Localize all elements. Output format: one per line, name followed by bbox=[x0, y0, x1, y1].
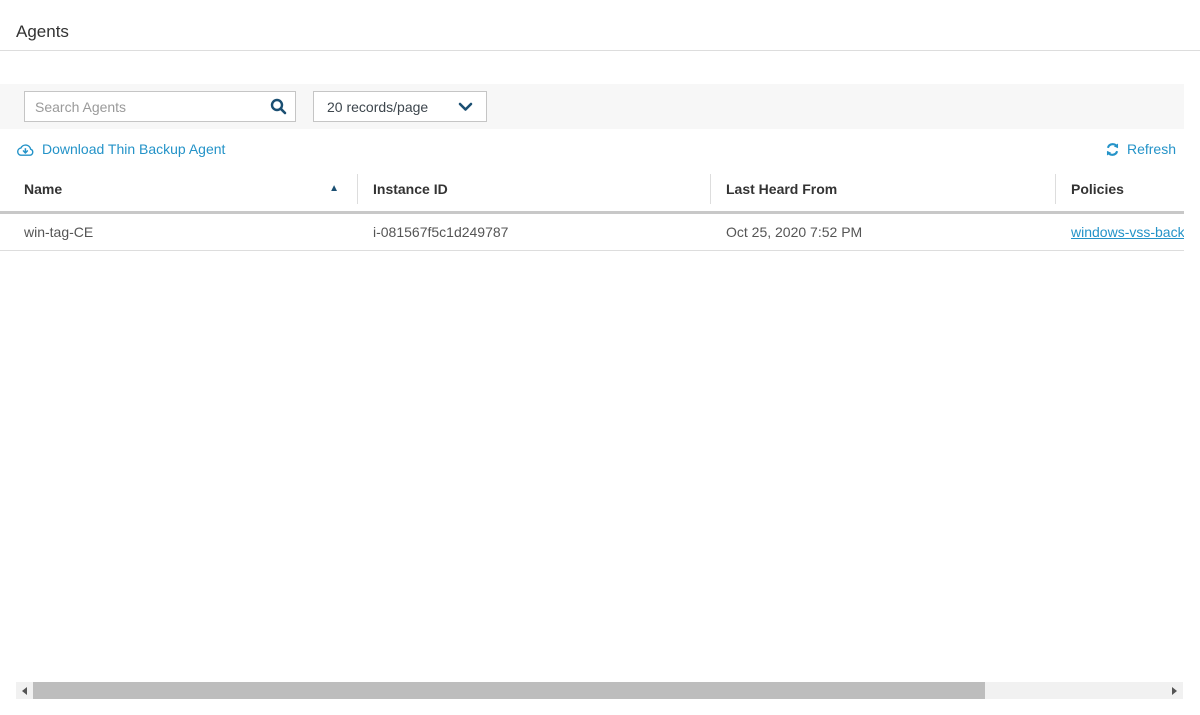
policies-cell: windows-vss-backu bbox=[1055, 213, 1184, 251]
column-header-instance-id[interactable]: Instance ID bbox=[357, 167, 710, 213]
search-icon bbox=[270, 98, 287, 115]
column-header-last-heard-from[interactable]: Last Heard From bbox=[710, 167, 1055, 213]
download-thin-backup-agent-link[interactable]: Download Thin Backup Agent bbox=[16, 141, 225, 157]
search-box bbox=[24, 91, 296, 122]
scroll-left-arrow-icon bbox=[22, 687, 27, 695]
scroll-right-button[interactable] bbox=[1166, 682, 1183, 699]
table-row[interactable]: win-tag-CE i-081567f5c1d249787 Oct 25, 2… bbox=[0, 213, 1184, 251]
actions-row: Download Thin Backup Agent Refresh bbox=[0, 129, 1184, 167]
refresh-icon bbox=[1105, 142, 1120, 157]
page-title: Agents bbox=[0, 0, 1200, 50]
agents-table-container: Name ▲ Instance ID Last Heard From Polic… bbox=[0, 167, 1184, 251]
refresh-link[interactable]: Refresh bbox=[1105, 141, 1176, 157]
agent-name-cell: win-tag-CE bbox=[0, 213, 357, 251]
title-divider bbox=[0, 50, 1200, 51]
instance-id-cell: i-081567f5c1d249787 bbox=[357, 213, 710, 251]
search-input[interactable] bbox=[25, 99, 261, 115]
scrollbar-thumb[interactable] bbox=[33, 682, 985, 699]
sort-asc-icon: ▲ bbox=[329, 181, 339, 196]
agents-table: Name ▲ Instance ID Last Heard From Polic… bbox=[0, 167, 1184, 251]
horizontal-scrollbar[interactable] bbox=[16, 682, 1183, 699]
last-heard-from-cell: Oct 25, 2020 7:52 PM bbox=[710, 213, 1055, 251]
records-per-page-select[interactable]: 20 records/page bbox=[313, 91, 487, 122]
download-link-label: Download Thin Backup Agent bbox=[42, 141, 225, 157]
column-header-name[interactable]: Name ▲ bbox=[0, 167, 357, 213]
search-button[interactable] bbox=[261, 92, 295, 121]
cloud-download-icon bbox=[16, 142, 35, 157]
table-header-row: Name ▲ Instance ID Last Heard From Polic… bbox=[0, 167, 1184, 213]
column-header-policies[interactable]: Policies bbox=[1055, 167, 1184, 213]
records-per-page-value: 20 records/page bbox=[327, 99, 428, 115]
policy-link[interactable]: windows-vss-backu bbox=[1071, 224, 1184, 240]
refresh-link-label: Refresh bbox=[1127, 141, 1176, 157]
scroll-left-button[interactable] bbox=[16, 682, 33, 699]
scroll-right-arrow-icon bbox=[1172, 687, 1177, 695]
toolbar: 20 records/page bbox=[0, 84, 1184, 129]
chevron-down-icon bbox=[458, 102, 473, 112]
agents-page: Agents 20 records/page bbox=[0, 0, 1200, 715]
